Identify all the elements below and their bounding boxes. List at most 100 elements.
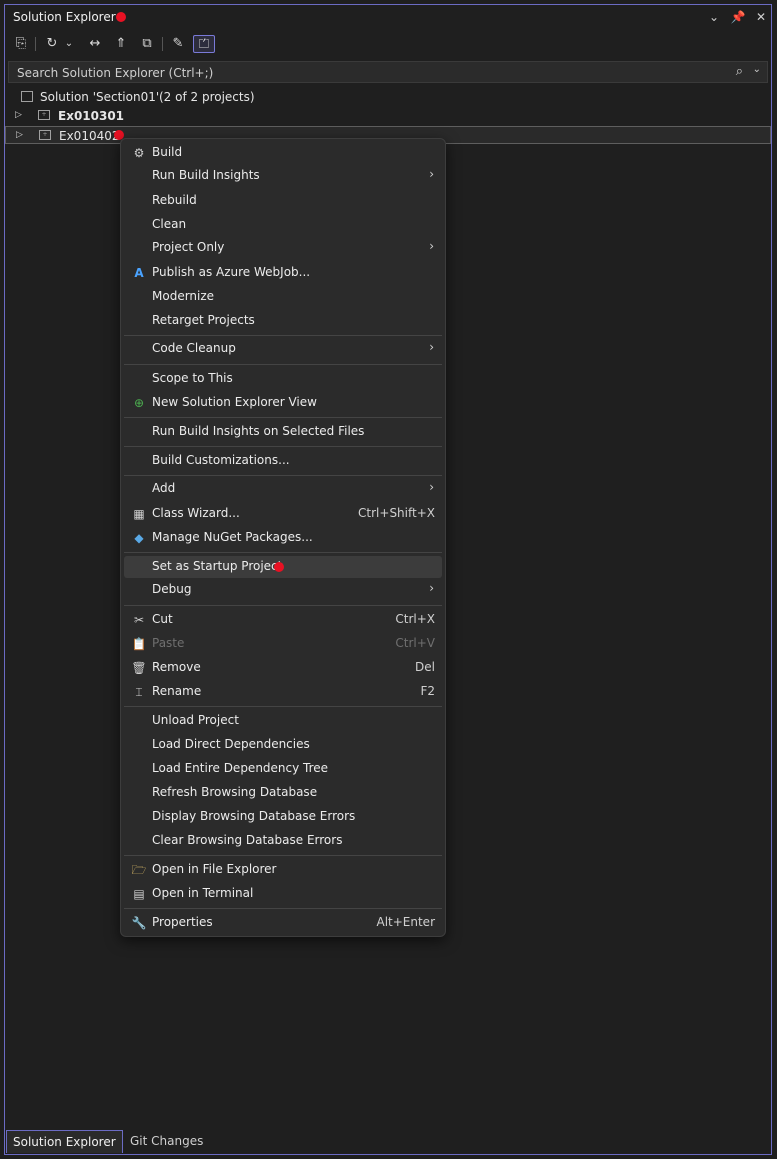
expand-arrow-icon[interactable]: ▷	[16, 130, 23, 140]
build-icon: ⚙	[133, 146, 145, 160]
menu-separator	[124, 855, 442, 856]
menu-item-retarget[interactable]: Retarget Projects	[124, 310, 442, 332]
menu-item-label: Project Only	[152, 240, 225, 254]
menu-item-load-direct[interactable]: Load Direct Dependencies	[124, 734, 442, 756]
menu-item-label: Load Entire Dependency Tree	[152, 761, 329, 775]
search-input[interactable]	[15, 64, 719, 82]
search-box[interactable]: ⌕ ⌄	[8, 61, 768, 83]
menu-item-label: Load Direct Dependencies	[152, 737, 310, 751]
menu-item-clean[interactable]: Clean	[124, 214, 442, 236]
panel-toolbar: ⎘ ↻ ⌄ ↔ ⇑ ⧉ ✎ ⏍	[5, 31, 771, 57]
menu-item-label: Run Build Insights	[152, 168, 260, 182]
chevron-down-icon[interactable]: ⌄	[706, 9, 722, 25]
menu-separator	[124, 706, 442, 707]
menu-separator	[124, 364, 442, 365]
menu-item-label: Clear Browsing Database Errors	[152, 833, 343, 847]
menu-item-manage-nuget[interactable]: ◆ Manage NuGet Packages...	[124, 527, 442, 549]
context-menu: ⚙ Build Run Build Insights › Rebuild Cle…	[120, 138, 446, 937]
menu-item-label: Display Browsing Database Errors	[152, 809, 356, 823]
menu-item-rebuild[interactable]: Rebuild	[124, 190, 442, 212]
menu-item-properties[interactable]: 🔧 Properties Alt+Enter	[124, 912, 442, 934]
collapse-all-icon[interactable]: ⇑	[111, 35, 131, 53]
menu-item-publish-azure[interactable]: A Publish as Azure WebJob...	[124, 262, 442, 284]
menu-item-label: Properties	[152, 915, 213, 929]
menu-item-label: New Solution Explorer View	[152, 395, 317, 409]
menu-item-label: Open in Terminal	[152, 886, 254, 900]
expand-arrow-icon[interactable]: ▷	[15, 110, 22, 120]
nuget-icon: ◆	[134, 531, 144, 545]
menu-item-run-build-insights[interactable]: Run Build Insights ›	[124, 165, 442, 187]
menu-item-open-terminal[interactable]: ▤ Open in Terminal	[124, 883, 442, 905]
menu-item-label: Code Cleanup	[152, 341, 236, 355]
submenu-arrow-icon: ›	[429, 581, 434, 595]
toolbar-separator	[162, 37, 163, 51]
scissors-icon: ✂	[133, 613, 145, 627]
menu-item-label: Build	[152, 145, 183, 159]
class-wizard-icon: ▦	[133, 507, 145, 521]
menu-item-remove[interactable]: 🗑 Remove Del	[124, 657, 442, 679]
tree-project-node[interactable]: ▷ + Ex010301	[5, 107, 771, 125]
properties-wrench-icon[interactable]: ✎	[168, 35, 188, 53]
red-marker-dot	[274, 562, 284, 572]
menu-item-scope-to-this[interactable]: Scope to This	[124, 368, 442, 390]
menu-item-refresh-db[interactable]: Refresh Browsing Database	[124, 782, 442, 804]
sync-icon[interactable]: ↔	[85, 35, 105, 53]
switch-views-icon[interactable]: ⎘	[11, 35, 31, 53]
menu-item-modernize[interactable]: Modernize	[124, 286, 442, 308]
new-view-icon: ⊕	[133, 396, 145, 410]
menu-item-label: Retarget Projects	[152, 313, 255, 327]
menu-item-clear-db-errors[interactable]: Clear Browsing Database Errors	[124, 830, 442, 852]
menu-item-class-wizard[interactable]: ▦ Class Wizard... Ctrl+Shift+X	[124, 503, 442, 525]
toolbar-separator	[35, 37, 36, 51]
menu-item-shortcut: Ctrl+V	[395, 636, 435, 650]
menu-separator	[124, 908, 442, 909]
search-icon[interactable]: ⌕	[736, 64, 743, 79]
menu-item-build[interactable]: ⚙ Build	[124, 142, 442, 164]
tab-solution-explorer[interactable]: Solution Explorer	[6, 1130, 123, 1153]
solution-name: Solution 'Section01'	[40, 90, 160, 104]
show-all-files-icon[interactable]: ⧉	[137, 35, 157, 53]
submenu-arrow-icon: ›	[429, 340, 434, 354]
menu-separator	[124, 605, 442, 606]
menu-item-new-solution-explorer-view[interactable]: ⊕ New Solution Explorer View	[124, 392, 442, 414]
tree-solution-node[interactable]: Solution 'Section01' (2 of 2 projects)	[5, 88, 771, 106]
tab-git-changes[interactable]: Git Changes	[124, 1130, 209, 1153]
red-marker-dot	[116, 12, 126, 22]
menu-separator	[124, 475, 442, 476]
menu-separator	[124, 446, 442, 447]
menu-item-code-cleanup[interactable]: Code Cleanup ›	[124, 338, 442, 360]
menu-item-unload[interactable]: Unload Project	[124, 710, 442, 732]
menu-item-build-customizations[interactable]: Build Customizations...	[124, 450, 442, 472]
rename-icon: ⌶	[135, 685, 143, 699]
search-options-dropdown-icon[interactable]: ⌄	[753, 64, 761, 75]
history-dropdown-icon[interactable]: ⌄	[62, 35, 76, 53]
menu-item-open-file-explorer[interactable]: 🗁 Open in File Explorer	[124, 859, 442, 881]
menu-item-set-startup[interactable]: Set as Startup Project	[124, 556, 442, 578]
project-name: Ex010402	[59, 129, 120, 143]
panel-title-text: Solution Explorer	[13, 10, 116, 24]
menu-item-run-build-insights-selected[interactable]: Run Build Insights on Selected Files	[124, 421, 442, 443]
panel-titlebar: Solution Explorer ⌄ 📌 ✕	[5, 5, 771, 29]
pin-icon[interactable]: 📌	[730, 9, 746, 25]
solution-count: (2 of 2 projects)	[159, 90, 255, 104]
history-icon[interactable]: ↻	[42, 35, 62, 53]
menu-item-add[interactable]: Add ›	[124, 478, 442, 500]
close-icon[interactable]: ✕	[753, 9, 769, 25]
menu-item-load-tree[interactable]: Load Entire Dependency Tree	[124, 758, 442, 780]
menu-item-label: Run Build Insights on Selected Files	[152, 424, 365, 438]
preview-selected-icon[interactable]: ⏍	[193, 35, 215, 53]
menu-item-cut[interactable]: ✂ Cut Ctrl+X	[124, 609, 442, 631]
solution-icon	[21, 91, 33, 102]
menu-item-display-db-errors[interactable]: Display Browsing Database Errors	[124, 806, 442, 828]
menu-item-paste: 📋 Paste Ctrl+V	[124, 633, 442, 655]
menu-item-label: Refresh Browsing Database	[152, 785, 318, 799]
menu-item-project-only[interactable]: Project Only ›	[124, 237, 442, 259]
menu-item-rename[interactable]: ⌶ Rename F2	[124, 681, 442, 703]
menu-item-label: Rebuild	[152, 193, 197, 207]
trash-icon: 🗑	[131, 661, 147, 675]
menu-item-shortcut: F2	[420, 684, 435, 698]
panel-title: Solution Explorer	[13, 10, 126, 24]
menu-separator	[124, 417, 442, 418]
menu-item-debug[interactable]: Debug ›	[124, 579, 442, 601]
menu-item-label: Modernize	[152, 289, 215, 303]
